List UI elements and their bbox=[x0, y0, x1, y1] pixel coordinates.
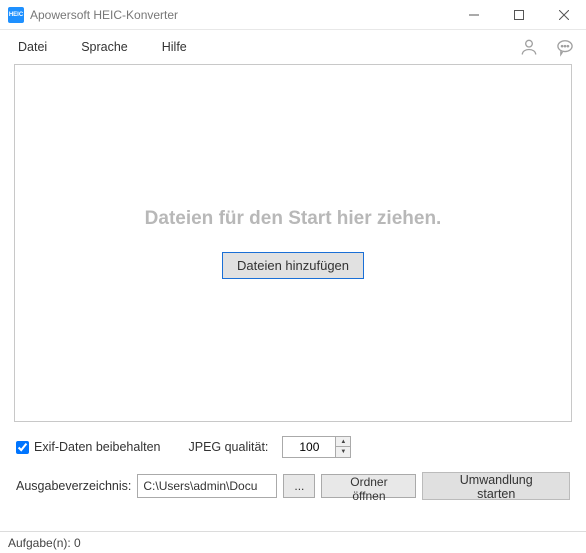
app-icon: HEIC bbox=[8, 7, 24, 23]
quality-spinner: ▲ ▼ bbox=[335, 437, 350, 457]
start-convert-button[interactable]: Umwandlung starten bbox=[422, 472, 570, 500]
keep-exif-checkbox[interactable] bbox=[16, 441, 29, 454]
close-button[interactable] bbox=[541, 0, 586, 29]
titlebar: HEIC Apowersoft HEIC-Konverter bbox=[0, 0, 586, 30]
menubar: Datei Sprache Hilfe bbox=[0, 30, 586, 64]
quality-label: JPEG qualität: bbox=[188, 440, 268, 454]
options-row: Exif-Daten beibehalten JPEG qualität: ▲ … bbox=[0, 422, 586, 466]
output-row: Ausgabeverzeichnis: ... Ordner öffnen Um… bbox=[0, 466, 586, 512]
menu-help[interactable]: Hilfe bbox=[152, 36, 197, 58]
quality-down-button[interactable]: ▼ bbox=[336, 447, 350, 457]
minimize-button[interactable] bbox=[451, 0, 496, 29]
window-title: Apowersoft HEIC-Konverter bbox=[30, 8, 451, 22]
drop-zone[interactable]: Dateien für den Start hier ziehen. Datei… bbox=[14, 64, 572, 422]
keep-exif-label: Exif-Daten beibehalten bbox=[34, 440, 160, 454]
drop-hint: Dateien für den Start hier ziehen. bbox=[145, 208, 442, 230]
open-folder-button[interactable]: Ordner öffnen bbox=[321, 474, 416, 498]
menu-language[interactable]: Sprache bbox=[71, 36, 138, 58]
output-path-input[interactable] bbox=[137, 474, 277, 498]
feedback-icon[interactable] bbox=[552, 34, 578, 60]
task-count: Aufgabe(n): 0 bbox=[8, 536, 81, 550]
maximize-button[interactable] bbox=[496, 0, 541, 29]
quality-up-button[interactable]: ▲ bbox=[336, 437, 350, 447]
account-icon[interactable] bbox=[516, 34, 542, 60]
window-controls bbox=[451, 0, 586, 29]
menu-file[interactable]: Datei bbox=[8, 36, 57, 58]
keep-exif-checkbox-wrap[interactable]: Exif-Daten beibehalten bbox=[16, 440, 160, 454]
output-dir-label: Ausgabeverzeichnis: bbox=[16, 479, 131, 493]
add-files-button[interactable]: Dateien hinzufügen bbox=[222, 252, 364, 279]
status-bar: Aufgabe(n): 0 bbox=[0, 531, 586, 553]
quality-input-wrap: ▲ ▼ bbox=[282, 436, 351, 458]
browse-button[interactable]: ... bbox=[283, 474, 315, 498]
quality-input[interactable] bbox=[283, 440, 335, 454]
